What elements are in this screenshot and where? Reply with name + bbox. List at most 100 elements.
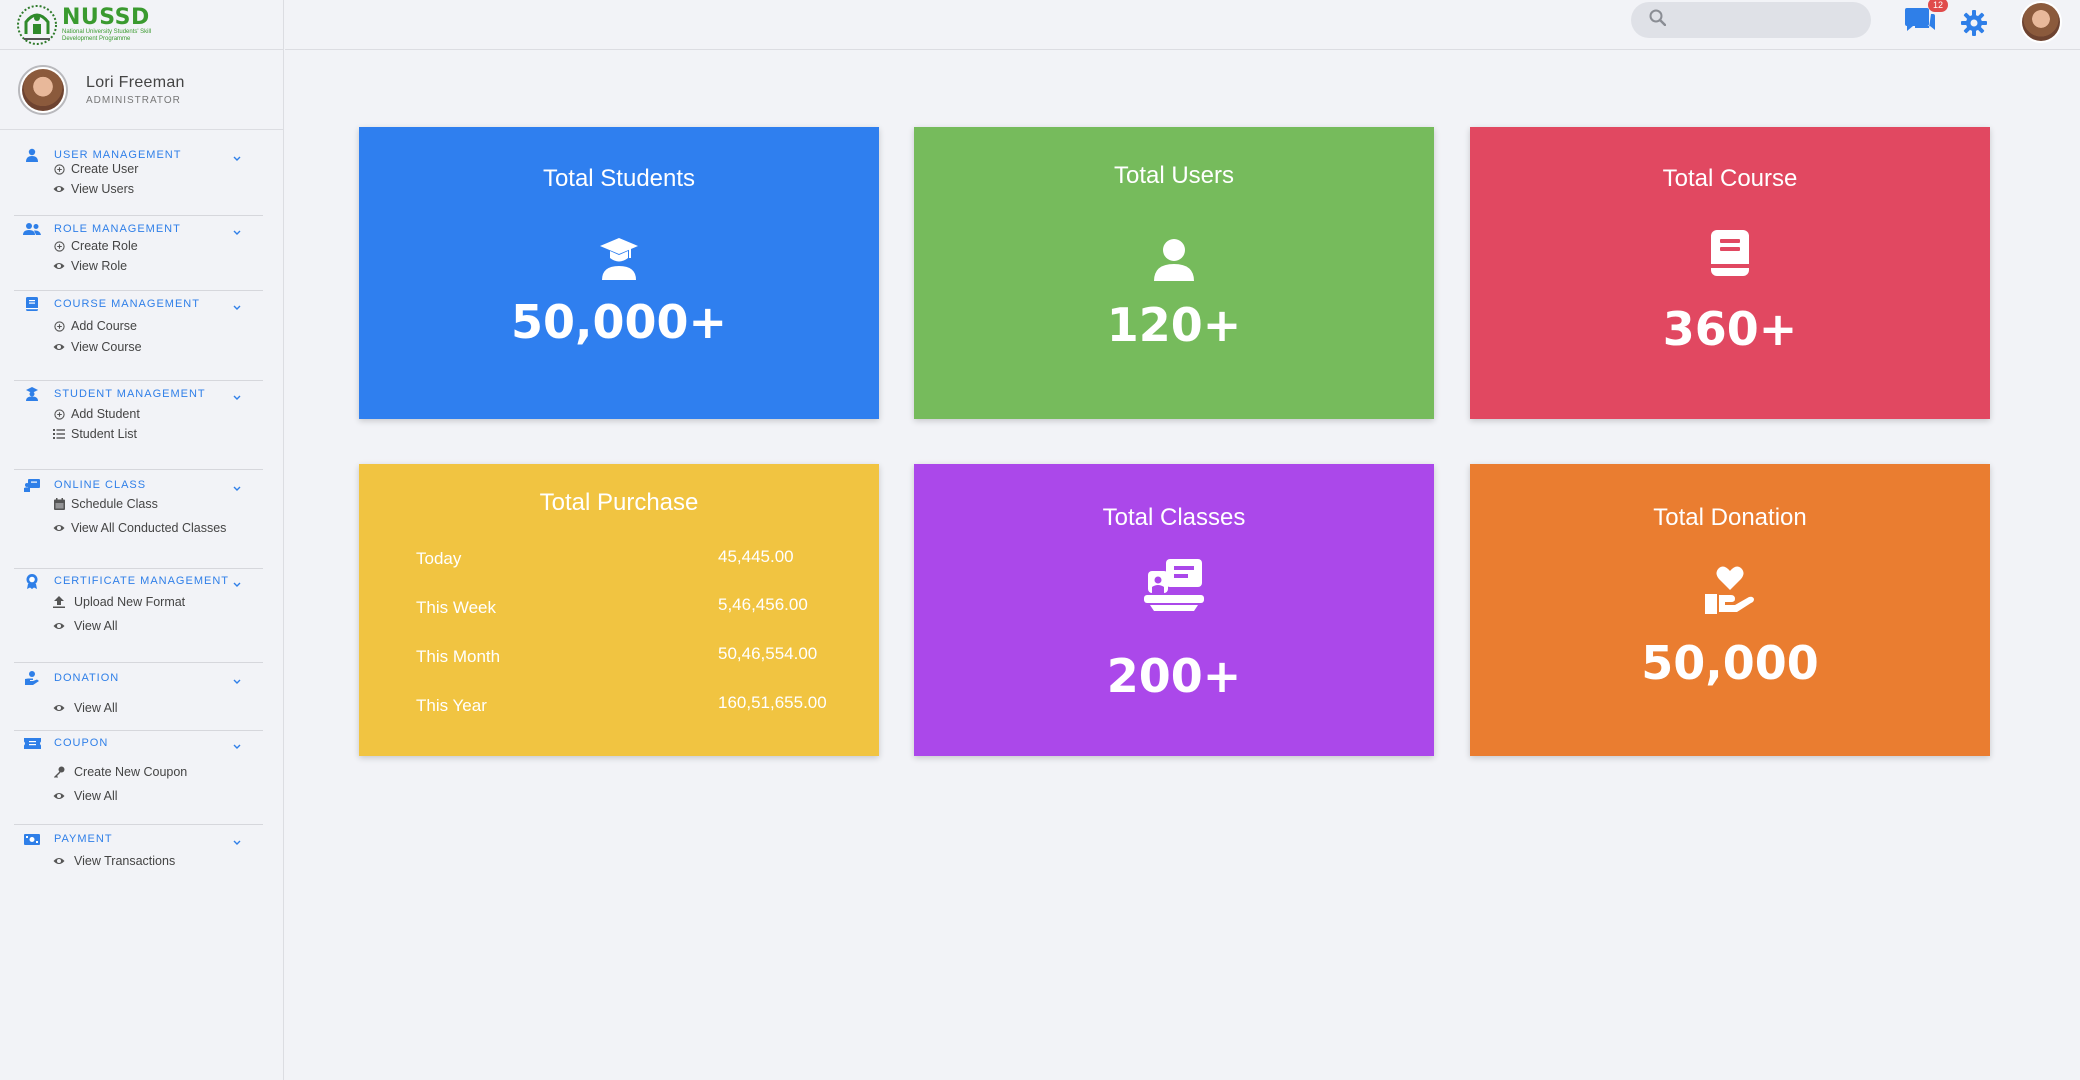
- sidebar-section-header[interactable]: ROLE MANAGEMENT: [14, 221, 263, 237]
- donate-icon: [1705, 564, 1755, 619]
- sidebar-section-donation: DONATION View All: [14, 671, 263, 731]
- sidebar-item-label: View Role: [71, 259, 128, 273]
- chevron-down-icon[interactable]: [233, 224, 241, 235]
- sidebar-section-header[interactable]: CERTIFICATE MANAGEMENT: [14, 573, 263, 589]
- sidebar-item-view-all-donations[interactable]: View All: [53, 700, 118, 716]
- chevron-down-icon[interactable]: [233, 576, 241, 587]
- sidebar-item-label: View All Conducted Classes: [71, 521, 227, 535]
- plus-circle-icon: [53, 163, 65, 175]
- sidebar-section-header[interactable]: STUDENT MANAGEMENT: [14, 386, 263, 402]
- sidebar-section-user-management: USER MANAGEMENT Create User View Users: [14, 148, 263, 216]
- sidebar-section-title: STUDENT MANAGEMENT: [54, 388, 206, 400]
- sidebar-item-view-transactions[interactable]: View Transactions: [53, 853, 175, 869]
- profile[interactable]: Lori Freeman ADMINISTRATOR: [0, 50, 283, 130]
- search-input[interactable]: [1674, 12, 1854, 28]
- card-title: Total Donation: [1653, 504, 1807, 531]
- money-icon: [23, 831, 41, 847]
- purchase-row-label: Today: [416, 549, 462, 568]
- chevron-down-icon[interactable]: [233, 150, 241, 161]
- sidebar-item-upload-new-format[interactable]: Upload New Format: [53, 594, 185, 610]
- card-total-students[interactable]: Total Students 50,000+: [359, 127, 879, 419]
- user-avatar-button[interactable]: [2020, 1, 2062, 43]
- sidebar-item-label: View All: [74, 789, 118, 803]
- purchase-row-label: This Month: [416, 647, 501, 666]
- card-total-purchase[interactable]: Total Purchase Today 45,445.00 This Week…: [359, 464, 879, 756]
- sidebar-item-view-users[interactable]: View Users: [53, 181, 134, 197]
- sidebar-section-coupon: COUPON Create New Coupon View All: [14, 737, 263, 825]
- card-total-classes[interactable]: Total Classes 200+: [914, 464, 1434, 756]
- users-icon: [23, 221, 41, 237]
- sidebar-section-header[interactable]: PAYMENT: [14, 831, 263, 847]
- search-bar[interactable]: [1631, 2, 1871, 38]
- sidebar-item-label: Create User: [71, 162, 139, 176]
- chevron-down-icon[interactable]: [233, 834, 241, 845]
- sidebar-section-title: USER MANAGEMENT: [54, 149, 182, 161]
- sidebar-item-create-user[interactable]: Create User: [53, 161, 138, 177]
- purchase-row-value: 50,46,554.00: [718, 644, 818, 663]
- search-icon: [1649, 9, 1667, 31]
- card-total-users[interactable]: Total Users 120+: [914, 127, 1434, 419]
- key-icon: [53, 766, 65, 778]
- settings-button[interactable]: [1960, 9, 1988, 37]
- sidebar-item-view-all-conducted-classes[interactable]: View All Conducted Classes: [53, 520, 226, 536]
- card-title: Total Classes: [1102, 504, 1246, 531]
- eye-icon: [53, 183, 65, 195]
- sidebar-item-label: View All: [74, 701, 118, 715]
- chevron-down-icon[interactable]: [233, 673, 241, 684]
- card-value: 120+: [1106, 298, 1242, 352]
- chevron-down-icon[interactable]: [233, 299, 241, 310]
- sidebar-item-view-role[interactable]: View Role: [53, 258, 127, 274]
- sidebar-item-label: Upload New Format: [74, 595, 186, 609]
- sidebar-section-header[interactable]: COURSE MANAGEMENT: [14, 296, 263, 312]
- book-icon: [23, 296, 41, 312]
- sidebar-item-view-course[interactable]: View Course: [53, 339, 142, 355]
- logo[interactable]: NUSSD National University Students' Skil…: [0, 0, 283, 50]
- avatar: [18, 64, 68, 115]
- sidebar-item-create-new-coupon[interactable]: Create New Coupon: [53, 764, 187, 780]
- notification-badge: 12: [1928, 0, 1948, 12]
- messages-button[interactable]: [1905, 8, 1939, 38]
- purchase-row-label: This Year: [416, 696, 487, 715]
- eye-icon: [53, 790, 65, 802]
- sidebar-item-label: Create New Coupon: [74, 765, 188, 779]
- sidebar-section-title: COURSE MANAGEMENT: [54, 298, 200, 310]
- sidebar-item-add-student[interactable]: Add Student: [53, 406, 140, 422]
- logo-emblem-icon: [16, 4, 58, 46]
- sidebar-item-add-course[interactable]: Add Course: [53, 318, 137, 334]
- sidebar-item-label: Create Role: [71, 239, 138, 253]
- chevron-down-icon[interactable]: [233, 738, 241, 749]
- sidebar-section-header[interactable]: USER MANAGEMENT: [14, 147, 263, 163]
- card-total-donation[interactable]: Total Donation 50,000: [1470, 464, 1990, 756]
- sidebar-item-schedule-class[interactable]: Schedule Class: [53, 496, 158, 512]
- card-value: 360+: [1662, 302, 1798, 356]
- sidebar-item-label: Add Course: [71, 319, 138, 333]
- chat-icon: [1905, 8, 1935, 40]
- user-icon: [23, 147, 41, 163]
- sidebar-section-header[interactable]: ONLINE CLASS: [14, 477, 263, 493]
- sidebar-section-title: COUPON: [54, 737, 109, 749]
- chalkboard-icon: [1144, 559, 1204, 616]
- eye-icon: [53, 341, 65, 353]
- purchase-row-value: 5,46,456.00: [718, 595, 808, 614]
- sidebar-section-header[interactable]: DONATION: [14, 670, 263, 686]
- sidebar-section-payment: PAYMENT View Transactions: [14, 833, 263, 883]
- sidebar-item-create-role[interactable]: Create Role: [53, 238, 138, 254]
- profile-role: ADMINISTRATOR: [86, 94, 181, 106]
- sidebar-section-header[interactable]: COUPON: [14, 735, 263, 751]
- chevron-down-icon[interactable]: [233, 389, 241, 400]
- sidebar-section-course-management: COURSE MANAGEMENT Add Course View Course: [14, 297, 263, 381]
- sidebar-section-title: PAYMENT: [54, 833, 113, 845]
- sidebar-item-student-list[interactable]: Student List: [53, 426, 137, 442]
- sidebar-item-view-all-coupons[interactable]: View All: [53, 788, 118, 804]
- card-value: 50,000+: [510, 295, 728, 349]
- sidebar-section-title: ROLE MANAGEMENT: [54, 223, 181, 235]
- eye-icon: [53, 522, 65, 534]
- sidebar: NUSSD National University Students' Skil…: [0, 0, 284, 1080]
- sidebar-item-view-all-certificates[interactable]: View All: [53, 618, 118, 634]
- card-title: Total Students: [542, 165, 696, 192]
- chevron-down-icon[interactable]: [233, 480, 241, 491]
- sidebar-section-certificate-management: CERTIFICATE MANAGEMENT Upload New Format…: [14, 573, 263, 663]
- ticket-icon: [23, 735, 41, 751]
- card-total-course[interactable]: Total Course 360+: [1470, 127, 1990, 419]
- book-icon: [1711, 230, 1749, 281]
